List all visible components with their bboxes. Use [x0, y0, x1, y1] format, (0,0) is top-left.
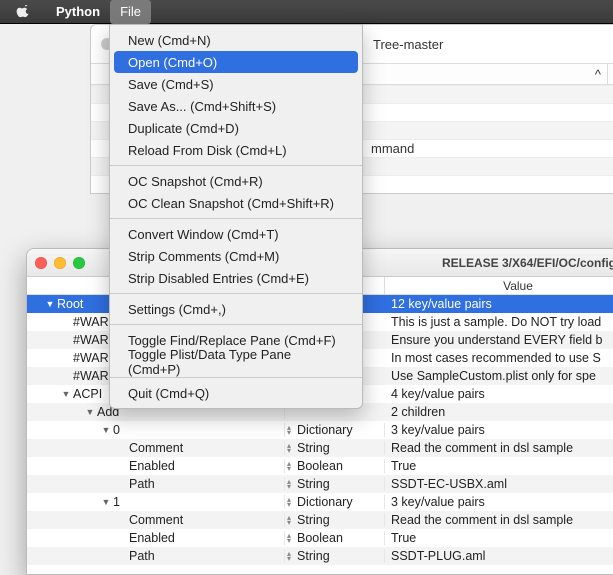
row-type: Dictionary	[297, 495, 353, 509]
type-stepper-icon[interactable]	[287, 533, 291, 543]
menu-separator	[110, 377, 362, 378]
type-stepper-icon[interactable]	[287, 497, 291, 507]
menu-item-save[interactable]: Save As... (Cmd+Shift+S)	[114, 95, 358, 117]
plist-row[interactable]: Path String SSDT-EC-USBX.aml	[27, 475, 613, 493]
menu-item-settings[interactable]: Settings (Cmd+,)	[114, 298, 358, 320]
row-key: Comment	[129, 441, 183, 455]
close-button[interactable]	[35, 257, 47, 269]
plist-row[interactable]: Comment String Read the comment in dsl sam…	[27, 511, 613, 529]
row-key: 1	[113, 495, 120, 509]
row-value: True	[385, 459, 613, 473]
menu-item-quit[interactable]: Quit (Cmd+Q)	[114, 382, 358, 404]
menu-item-strip[interactable]: Strip Disabled Entries (Cmd+E)	[114, 267, 358, 289]
row-key: 0	[113, 423, 120, 437]
row-value: 2 children	[385, 405, 613, 419]
row-type: String	[297, 513, 330, 527]
row-type: Boolean	[297, 531, 343, 545]
row-value: Use SampleCustom.plist only for spe	[385, 369, 613, 383]
type-stepper-icon[interactable]	[287, 461, 291, 471]
row-value: 3 key/value pairs	[385, 495, 613, 509]
disclosure-icon[interactable]	[101, 425, 111, 435]
row-value: SSDT-PLUG.aml	[385, 549, 613, 563]
disclosure-icon[interactable]	[61, 389, 71, 399]
row-type: String	[297, 477, 330, 491]
menu-item-convert[interactable]: Convert Window (Cmd+T)	[114, 223, 358, 245]
row-key: Root	[57, 297, 83, 311]
menu-separator	[110, 165, 362, 166]
file-menu[interactable]: File	[110, 0, 151, 24]
menu-item-oc[interactable]: OC Clean Snapshot (Cmd+Shift+R)	[114, 192, 358, 214]
menu-separator	[110, 324, 362, 325]
disclosure-icon[interactable]	[45, 299, 55, 309]
plist-row[interactable]: Path String SSDT-PLUG.aml	[27, 547, 613, 565]
plist-row[interactable]: 1 Dictionary 3 key/value pairs	[27, 493, 613, 511]
row-key: Enabled	[129, 459, 175, 473]
row-value: Ensure you understand EVERY field b	[385, 333, 613, 347]
col-value[interactable]: Value	[385, 277, 613, 294]
menu-item-duplicate[interactable]: Duplicate (Cmd+D)	[114, 117, 358, 139]
row-key: Comment	[129, 513, 183, 527]
file-dropdown: New (Cmd+N)Open (Cmd+O)Save (Cmd+S)Save …	[109, 24, 363, 409]
row-value: Read the comment in dsl sample	[385, 441, 613, 455]
zoom-button[interactable]	[73, 257, 85, 269]
type-stepper-icon[interactable]	[287, 443, 291, 453]
row-value: SSDT-EC-USBX.aml	[385, 477, 613, 491]
row-value: 4 key/value pairs	[385, 387, 613, 401]
row-type: String	[297, 441, 330, 455]
row-value: 12 key/value pairs	[385, 297, 613, 311]
row-key: Path	[129, 477, 155, 491]
row-key: Path	[129, 549, 155, 563]
menu-separator	[110, 293, 362, 294]
menu-item-save[interactable]: Save (Cmd+S)	[114, 73, 358, 95]
menu-item-new[interactable]: New (Cmd+N)	[114, 29, 358, 51]
apple-icon[interactable]	[16, 5, 30, 19]
row-key: ACPI	[73, 387, 102, 401]
menu-separator	[110, 218, 362, 219]
disclosure-icon[interactable]	[85, 407, 95, 417]
type-stepper-icon[interactable]	[287, 551, 291, 561]
menu-item-toggle[interactable]: Toggle Plist/Data Type Pane (Cmd+P)	[114, 351, 358, 373]
row-key: Enabled	[129, 531, 175, 545]
plist-row[interactable]: 0 Dictionary 3 key/value pairs	[27, 421, 613, 439]
plist-title-path: RELEASE 3/X64/EFI/OC/config.plist	[442, 256, 613, 270]
row-value: Read the comment in dsl sample	[385, 513, 613, 527]
type-stepper-icon[interactable]	[287, 515, 291, 525]
type-stepper-icon[interactable]	[287, 425, 291, 435]
menu-item-open[interactable]: Open (Cmd+O)	[114, 51, 358, 73]
plist-row[interactable]: Enabled Boolean True	[27, 457, 613, 475]
row-type: Dictionary	[297, 423, 353, 437]
row-type: String	[297, 549, 330, 563]
plist-row[interactable]: Comment String Read the comment in dsl sam…	[27, 439, 613, 457]
type-stepper-icon[interactable]	[287, 479, 291, 489]
menu-item-strip[interactable]: Strip Comments (Cmd+M)	[114, 245, 358, 267]
row-value: True	[385, 531, 613, 545]
app-menu[interactable]: Python	[46, 0, 110, 24]
row-value: This is just a sample. Do NOT try load	[385, 315, 613, 329]
row-type: Boolean	[297, 459, 343, 473]
bw-title-text: Tree-master	[373, 37, 443, 52]
row-value: 3 key/value pairs	[385, 423, 613, 437]
menubar: Python File	[0, 0, 613, 24]
menu-item-oc[interactable]: OC Snapshot (Cmd+R)	[114, 170, 358, 192]
row-value: In most cases recommended to use S	[385, 351, 613, 365]
menu-item-reload[interactable]: Reload From Disk (Cmd+L)	[114, 139, 358, 161]
plist-row[interactable]: Enabled Boolean True	[27, 529, 613, 547]
minimize-button[interactable]	[54, 257, 66, 269]
disclosure-icon[interactable]	[101, 497, 111, 507]
